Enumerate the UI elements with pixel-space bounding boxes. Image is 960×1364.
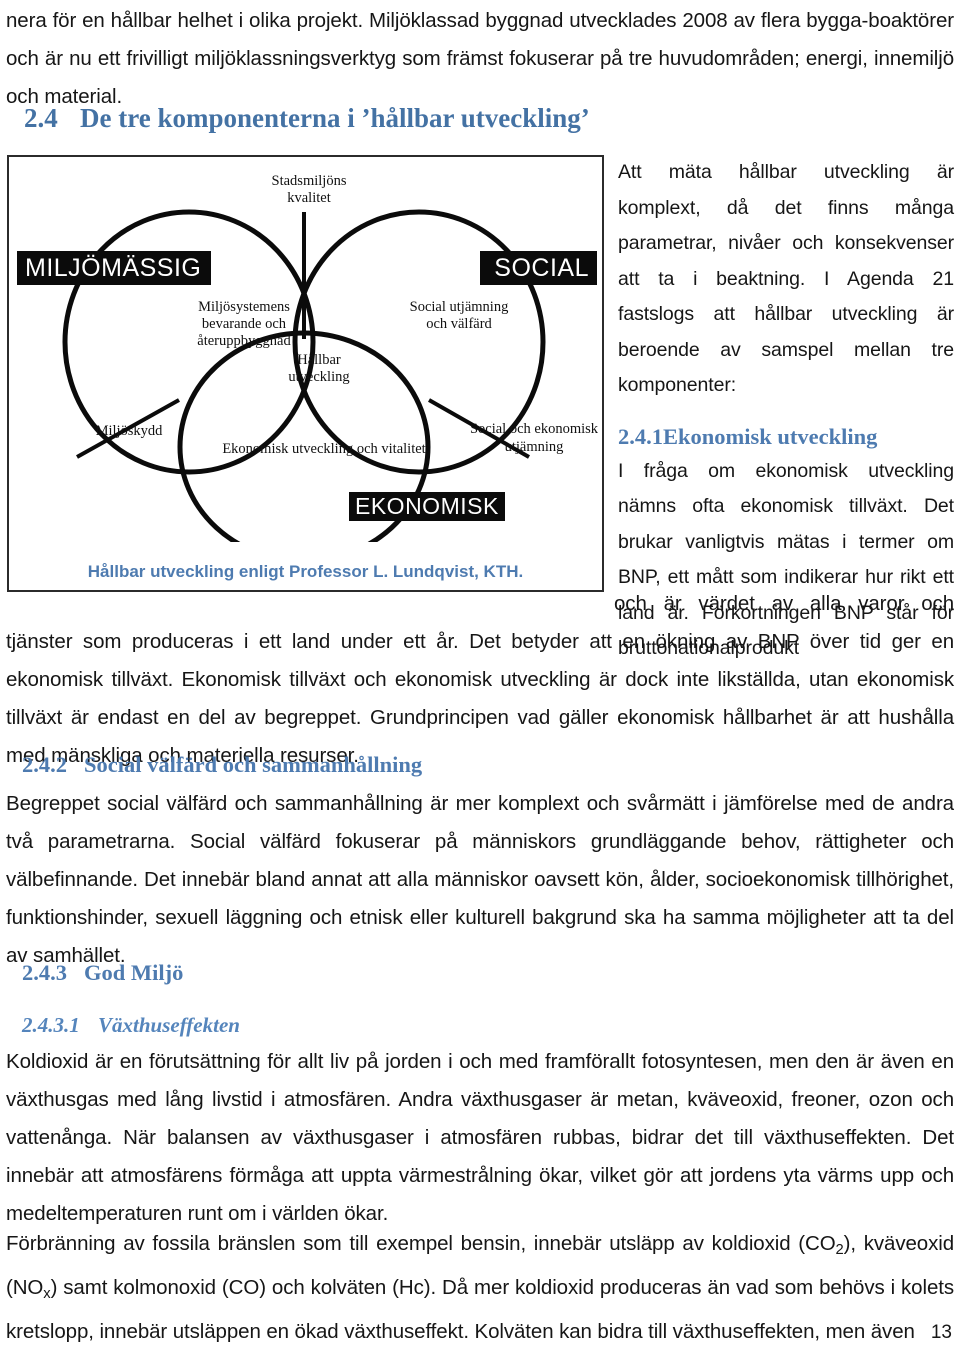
venn-label-urban-quality: Stadsmiljöns kvalitet: [271, 173, 347, 206]
venn-label-eco-systems: Miljösystemens bevarande och återuppbyggna…: [197, 299, 291, 349]
fossil-text-part-1: Förbränning av fossila bränslen som till…: [6, 1232, 836, 1255]
heading-2-4-1-number: 2.4.1: [618, 423, 663, 449]
venn-label-social-economic-equity: Social och ekonomisk utjämning: [469, 421, 599, 455]
figure-caption: Hållbar utveckling enligt Professor L. L…: [87, 562, 524, 581]
figure-text-wrap-spacer: [6, 585, 614, 623]
heading-2-4-3-1-title: Växthuseffekten: [98, 1013, 240, 1037]
heading-2-4-3-1-number: 2.4.3.1: [22, 1013, 80, 1037]
heading-2-4-3: 2.4.3 God Miljö: [22, 960, 622, 986]
chip-economic-label: EKONOMISK: [355, 493, 499, 519]
heading-2-4-1: 2.4.1Ekonomisk utveckling: [618, 420, 954, 454]
chip-environmental-label: MILJÖMÄSSIG: [25, 253, 202, 282]
venn-label-social-equity: Social utjämning och välfärd: [409, 299, 509, 332]
heading-2-4-3-number: 2.4.3: [22, 960, 67, 985]
figure-sustainable-development: MILJÖMÄSSIG SOCIAL EKONOMISK Stadsmiljön…: [7, 155, 604, 592]
page-number: 13: [930, 1322, 952, 1343]
heading-2-4-1-title: Ekonomisk utveckling: [663, 423, 878, 449]
venn-label-sustainable-development: Hållbar utveckling: [288, 352, 350, 385]
document-page: nera för en hållbar helhet i olika proje…: [0, 0, 960, 1364]
paragraph-fossil-fuels: Förbränning av fossila bränslen som till…: [6, 1225, 954, 1351]
venn-label-economic-development: Ekonomisk utveckling och vitalitet: [222, 441, 426, 457]
co2-subscript: 2: [835, 1242, 844, 1259]
chip-social: SOCIAL: [480, 251, 597, 285]
heading-2-4-2-number: 2.4.2: [22, 752, 67, 777]
paragraph-2-4-3-1: Koldioxid är en förutsättning för allt l…: [6, 1050, 954, 1225]
paragraph-2-4-1-continued-wrapper: och är värdet av alla varor och tjänster…: [6, 585, 954, 775]
paragraph-2-4-2: Begreppet social välfärd och sammanhålln…: [6, 792, 954, 967]
chip-social-label: SOCIAL: [494, 253, 589, 282]
right-column-intro-paragraph: Att mäta hållbar utveckling är komplext,…: [618, 161, 954, 396]
chip-environmental: MILJÖMÄSSIG: [17, 251, 212, 285]
chip-economic: EKONOMISK: [349, 492, 505, 521]
heading-2-4-2-title: Social välfärd och sammanhållning: [84, 752, 423, 777]
heading-2-4-3-title: God Miljö: [84, 960, 184, 985]
heading-2-4: 2.4 De tre komponenterna i ’hållbar utvec…: [24, 103, 624, 134]
heading-2-4-title: De tre komponenterna i ’hållbar utveckli…: [80, 103, 590, 133]
top-paragraph: nera för en hållbar helhet i olika proje…: [6, 9, 954, 108]
heading-2-4-2: 2.4.2 Social välfärd och sammanhållning: [22, 752, 722, 778]
heading-2-4-3-1: 2.4.3.1 Växthuseffekten: [22, 1013, 622, 1038]
fossil-text-part-3: ) samt kolmonoxid (CO) och kolväten (Hc)…: [6, 1276, 954, 1344]
heading-2-4-number: 2.4: [24, 103, 58, 133]
venn-label-environmental-protection: Miljöskydd: [95, 423, 163, 439]
nox-subscript: x: [43, 1286, 51, 1303]
